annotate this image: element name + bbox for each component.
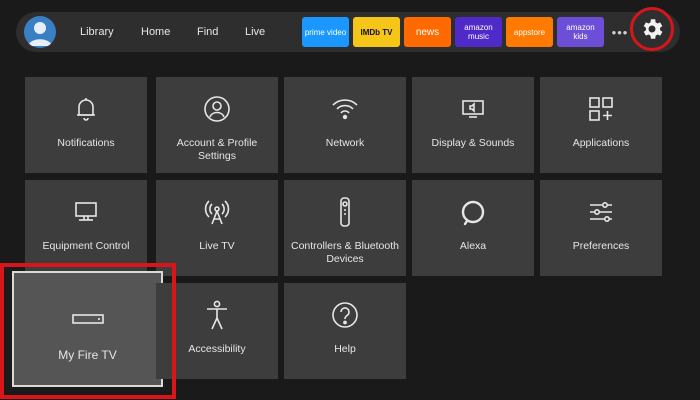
- tile-preferences[interactable]: Preferences: [540, 180, 662, 276]
- help-icon: [332, 302, 358, 328]
- tile-label: Display & Sounds: [431, 137, 515, 149]
- tile-label: Account & Profile Settings: [176, 137, 258, 162]
- bell-icon: [77, 98, 95, 121]
- wifi-icon: [332, 99, 358, 120]
- app-amazon-kids[interactable]: amazon kids: [557, 17, 604, 47]
- top-nav-bar: Library Home Find Live prime video IMDb …: [16, 12, 680, 52]
- tile-equipment-control[interactable]: Equipment Control: [25, 180, 147, 276]
- app-imdb-tv[interactable]: IMDb TV: [353, 17, 400, 47]
- profile-avatar[interactable]: [24, 16, 56, 48]
- app-prime-video[interactable]: prime video: [302, 17, 349, 47]
- nav-library[interactable]: Library: [80, 12, 114, 52]
- tile-label: Controllers & Bluetooth Devices: [291, 240, 399, 265]
- sliders-icon: [590, 202, 612, 222]
- tile-label: Alexa: [459, 240, 487, 252]
- tile-notifications[interactable]: Notifications: [25, 77, 147, 173]
- tile-my-fire-tv[interactable]: My Fire TV: [12, 271, 163, 387]
- apps-grid-icon: [589, 97, 613, 121]
- tile-label: Applications: [572, 137, 630, 149]
- nav-find[interactable]: Find: [197, 12, 218, 52]
- app-appstore[interactable]: appstore: [506, 17, 553, 47]
- tile-label: Accessibility: [188, 343, 246, 355]
- tile-alexa[interactable]: Alexa: [412, 180, 534, 276]
- tile-controllers-bluetooth[interactable]: Controllers & Bluetooth Devices: [284, 180, 406, 276]
- accessibility-icon: [207, 300, 227, 330]
- nav-home[interactable]: Home: [141, 12, 170, 52]
- antenna-icon: [204, 200, 230, 225]
- tile-applications[interactable]: Applications: [540, 77, 662, 173]
- tile-label: My Fire TV: [58, 348, 117, 362]
- tile-label: Preferences: [572, 240, 630, 252]
- tile-label: Notifications: [57, 137, 115, 149]
- display-sound-icon: [462, 100, 484, 118]
- fire-tv-stick-icon: [71, 314, 104, 324]
- tile-live-tv[interactable]: Live TV: [156, 180, 278, 276]
- user-icon: [28, 22, 52, 46]
- tile-accessibility[interactable]: Accessibility: [156, 283, 278, 379]
- app-amazon-music[interactable]: amazon music: [455, 17, 502, 47]
- tile-label: Network: [325, 137, 365, 149]
- remote-icon: [340, 197, 350, 227]
- tile-label: Equipment Control: [42, 240, 130, 252]
- tile-label: Live TV: [199, 240, 235, 252]
- app-news[interactable]: news: [404, 17, 451, 47]
- alexa-icon: [461, 200, 485, 226]
- tv-icon: [75, 202, 97, 221]
- tile-help[interactable]: Help: [284, 283, 406, 379]
- settings-button[interactable]: [630, 7, 674, 51]
- gear-icon: [643, 19, 663, 39]
- tile-display-sounds[interactable]: Display & Sounds: [412, 77, 534, 173]
- nav-live[interactable]: Live: [245, 12, 265, 52]
- tile-label: Help: [334, 343, 356, 355]
- tile-account-profile[interactable]: Account & Profile Settings: [156, 77, 278, 173]
- tile-network[interactable]: Network: [284, 77, 406, 173]
- profile-icon: [204, 96, 230, 122]
